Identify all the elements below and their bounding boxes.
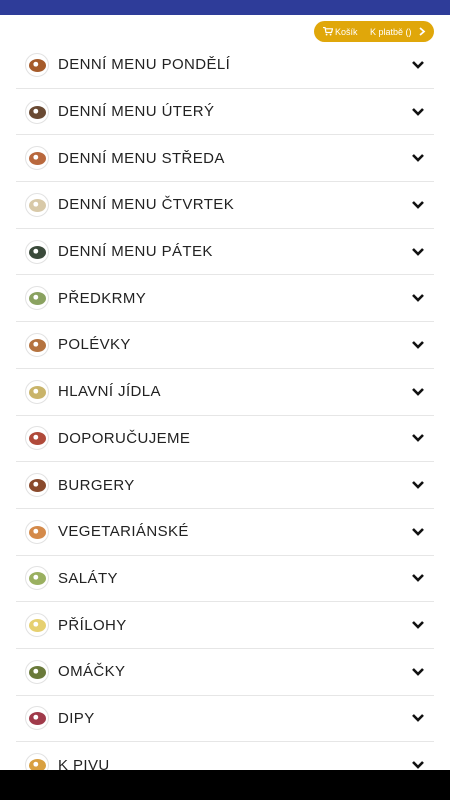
chevron-down-icon[interactable] — [411, 433, 425, 443]
top-app-bar — [0, 0, 450, 15]
menu-category-item[interactable]: DENNÍ MENU ÚTERÝ — [16, 89, 434, 136]
category-label: DENNÍ MENU PONDĚLÍ — [58, 56, 231, 74]
food-image-icon — [29, 58, 46, 72]
category-thumbnail — [25, 239, 49, 264]
menu-category-item[interactable]: PŘÍLOHY — [16, 602, 434, 649]
chevron-down-icon[interactable] — [411, 620, 425, 630]
chevron-right-icon — [418, 27, 425, 36]
cart-toolbar: Košík K platbě () — [314, 21, 434, 42]
chevron-down-icon[interactable] — [411, 713, 425, 723]
category-thumbnail — [25, 379, 49, 404]
category-thumbnail — [25, 519, 49, 544]
chevron-down-icon[interactable] — [411, 527, 425, 537]
category-thumbnail — [25, 473, 49, 498]
checkout-label: K platbě () — [370, 26, 412, 37]
category-label: DENNÍ MENU ČTVRTEK — [58, 196, 235, 214]
menu-category-item[interactable]: HLAVNÍ JÍDLA — [16, 369, 434, 416]
category-menu: DENNÍ MENU PONDĚLÍ DENNÍ MENU ÚTERÝ DENNÍ … — [16, 42, 434, 789]
food-image-icon — [29, 105, 46, 119]
category-label: VEGETARIÁNSKÉ — [58, 523, 189, 541]
category-thumbnail — [25, 286, 49, 311]
category-label: DOPORUČUJEME — [58, 429, 191, 447]
chevron-down-icon[interactable] — [411, 247, 425, 257]
menu-category-item[interactable]: DENNÍ MENU ČTVRTEK — [16, 182, 434, 229]
food-image-icon — [29, 198, 46, 212]
category-thumbnail — [25, 146, 49, 171]
food-image-icon — [29, 292, 46, 306]
food-image-icon — [29, 619, 46, 633]
category-label: DENNÍ MENU PÁTEK — [58, 243, 213, 261]
chevron-down-icon[interactable] — [411, 60, 425, 70]
chevron-down-icon[interactable] — [411, 480, 425, 490]
chevron-down-icon[interactable] — [411, 573, 425, 583]
shopping-cart-icon — [323, 27, 333, 36]
cart-button[interactable]: Košík — [314, 27, 363, 37]
category-thumbnail — [25, 613, 49, 638]
category-label: HLAVNÍ JÍDLA — [58, 383, 161, 401]
category-thumbnail — [25, 332, 49, 357]
chevron-down-icon[interactable] — [411, 200, 425, 210]
category-label: POLÉVKY — [58, 336, 131, 354]
food-image-icon — [29, 712, 46, 726]
category-label: PŘÍLOHY — [58, 616, 127, 634]
category-label: DIPY — [58, 709, 95, 727]
food-image-icon — [29, 572, 46, 586]
food-image-icon — [29, 245, 46, 259]
category-label: BURGERY — [58, 476, 135, 494]
category-label: OMÁČKY — [58, 663, 126, 681]
category-thumbnail — [25, 706, 49, 731]
menu-category-item[interactable]: PŘEDKRMY — [16, 275, 434, 323]
menu-category-item[interactable]: SALÁTY — [16, 556, 434, 603]
chevron-down-icon[interactable] — [411, 760, 425, 770]
menu-category-item[interactable]: DENNÍ MENU STŘEDA — [16, 135, 434, 183]
menu-category-item[interactable]: DIPY — [16, 696, 434, 743]
food-image-icon — [29, 338, 46, 352]
category-thumbnail — [25, 566, 49, 591]
category-label: DENNÍ MENU STŘEDA — [58, 149, 225, 167]
chevron-down-icon[interactable] — [411, 153, 425, 163]
checkout-button[interactable]: K platbě () — [363, 27, 426, 37]
cart-label: Košík — [335, 26, 358, 37]
food-image-icon — [29, 432, 46, 446]
food-image-icon — [29, 152, 46, 166]
menu-category-item[interactable]: VEGETARIÁNSKÉ — [16, 509, 434, 556]
chevron-down-icon[interactable] — [411, 340, 425, 350]
menu-category-item[interactable]: OMÁČKY — [16, 649, 434, 696]
category-thumbnail — [25, 99, 49, 124]
menu-category-item[interactable]: BURGERY — [16, 462, 434, 509]
chevron-down-icon[interactable] — [411, 293, 425, 303]
menu-category-item[interactable]: DENNÍ MENU PONDĚLÍ — [16, 42, 434, 89]
category-thumbnail — [25, 426, 49, 451]
chevron-down-icon[interactable] — [411, 667, 425, 677]
category-thumbnail — [25, 659, 49, 684]
chevron-down-icon[interactable] — [411, 107, 425, 117]
menu-category-item[interactable]: DENNÍ MENU PÁTEK — [16, 229, 434, 276]
category-thumbnail — [25, 192, 49, 217]
category-label: PŘEDKRMY — [58, 289, 147, 307]
food-image-icon — [29, 385, 46, 399]
food-image-icon — [29, 525, 46, 539]
category-thumbnail — [25, 52, 49, 77]
menu-category-item[interactable]: DOPORUČUJEME — [16, 416, 434, 463]
bottom-navigation-bar — [0, 770, 450, 800]
food-image-icon — [29, 665, 46, 679]
chevron-down-icon[interactable] — [411, 387, 425, 397]
menu-category-item[interactable]: POLÉVKY — [16, 322, 434, 369]
category-label: DENNÍ MENU ÚTERÝ — [58, 103, 215, 121]
food-image-icon — [29, 479, 46, 493]
category-label: SALÁTY — [58, 569, 118, 587]
